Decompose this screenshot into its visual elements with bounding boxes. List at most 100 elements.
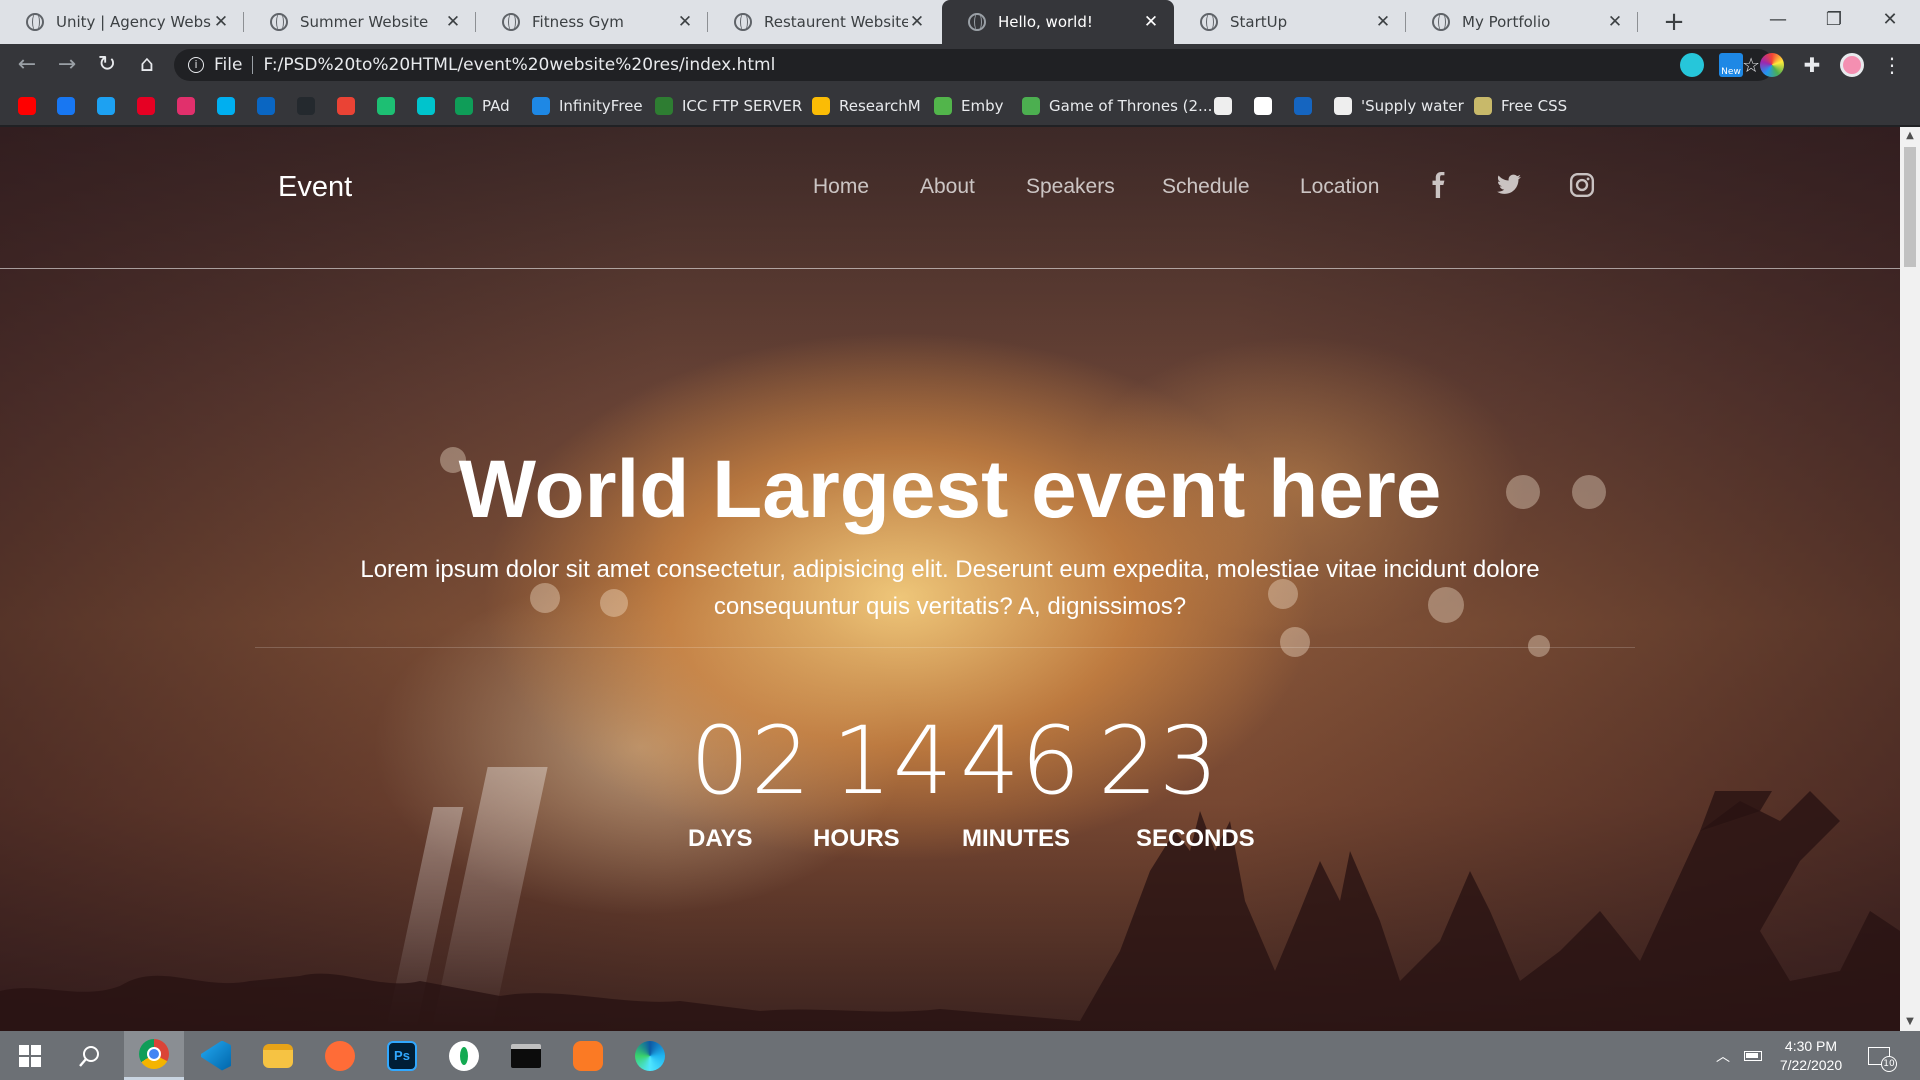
chevron-up-icon[interactable]: ︿ xyxy=(1716,1031,1730,1080)
bookmark-emby[interactable]: Emby xyxy=(934,96,1004,116)
xampp-icon[interactable] xyxy=(558,1031,618,1080)
mongodb-compass-icon[interactable] xyxy=(434,1031,494,1080)
window-close-button[interactable]: ✕ xyxy=(1862,0,1918,40)
profile-avatar[interactable] xyxy=(1840,53,1864,77)
bookmark-gmail[interactable] xyxy=(337,96,355,116)
page-scrollbar[interactable]: ▲ ▼ xyxy=(1900,127,1920,1031)
photoshop-icon[interactable]: Ps xyxy=(372,1031,432,1080)
chrome-icon[interactable] xyxy=(124,1031,184,1080)
bookmark-news[interactable] xyxy=(1214,96,1232,116)
nav-location[interactable]: Location xyxy=(1300,175,1379,199)
bookmark-skype[interactable] xyxy=(217,96,235,116)
close-icon[interactable]: ✕ xyxy=(212,12,230,32)
bookmark-infinity[interactable]: InfinityFree xyxy=(532,96,643,116)
extension-color-picker-icon[interactable] xyxy=(1760,53,1784,77)
bookmark-twitter[interactable] xyxy=(97,96,115,116)
bookmark-play-circle[interactable]: Game of Thrones (2... xyxy=(1022,96,1212,116)
vscode-icon[interactable] xyxy=(186,1031,246,1080)
new-tab-button[interactable]: + xyxy=(1656,4,1692,40)
info-icon[interactable]: i xyxy=(188,57,204,73)
countdown-hours: 14 xyxy=(832,707,954,816)
close-icon[interactable]: ✕ xyxy=(908,12,926,32)
bookmark-folder-image[interactable]: Free CSS xyxy=(1474,96,1567,116)
bookmark-google-drive[interactable]: PAd xyxy=(455,96,510,116)
extensions-puzzle-icon[interactable]: ✚ xyxy=(1800,53,1824,77)
tab-hello-world[interactable]: Hello, world! ✕ xyxy=(942,0,1174,44)
nav-speakers[interactable]: Speakers xyxy=(1026,175,1115,199)
twitter-icon[interactable] xyxy=(1496,172,1522,198)
close-icon[interactable]: ✕ xyxy=(1606,12,1624,32)
tab-fitness-gym[interactable]: Fitness Gym ✕ xyxy=(476,0,708,44)
menu-kebab-icon[interactable]: ⋮ xyxy=(1880,53,1904,77)
windows-start-icon[interactable] xyxy=(0,1031,60,1080)
bookmark-linkedin[interactable] xyxy=(257,96,275,116)
scroll-down-icon[interactable]: ▼ xyxy=(1900,1013,1920,1031)
edge-icon[interactable] xyxy=(620,1031,680,1080)
close-icon[interactable]: ✕ xyxy=(1374,12,1392,32)
bookmark-pinterest[interactable] xyxy=(137,96,155,116)
scrollbar-thumb[interactable] xyxy=(1904,147,1916,267)
tab-my-portfolio[interactable]: My Portfolio ✕ xyxy=(1406,0,1638,44)
bookmark-label: 'Supply water xyxy=(1361,97,1464,115)
tab-unity-agency[interactable]: Unity | Agency Website ✕ xyxy=(0,0,244,44)
system-clock[interactable]: 4:30 PM 7/22/2020 xyxy=(1768,1037,1854,1075)
researchm-icon xyxy=(812,97,830,115)
notifications-icon[interactable]: 10 xyxy=(1868,1031,1897,1080)
close-icon[interactable]: ✕ xyxy=(676,12,694,32)
minimize-button[interactable]: — xyxy=(1750,0,1806,40)
bookmark-label: InfinityFree xyxy=(559,97,643,115)
forward-button[interactable]: → xyxy=(50,48,84,82)
tab-title: My Portfolio xyxy=(1462,13,1551,31)
search-icon[interactable] xyxy=(60,1031,120,1080)
facebook-icon[interactable] xyxy=(1426,172,1452,198)
bookmark-researchm[interactable]: ResearchM xyxy=(812,96,921,116)
bookmark-facebook[interactable] xyxy=(57,96,75,116)
extension-m-icon[interactable] xyxy=(1680,53,1704,77)
url-text[interactable]: F:/PSD%20to%20HTML/event%20website%20res… xyxy=(263,55,775,75)
extension-new-icon[interactable]: New xyxy=(1719,53,1743,77)
restore-button[interactable]: ❐ xyxy=(1806,0,1862,40)
battery-icon[interactable] xyxy=(1744,1031,1762,1080)
hero-title: World Largest event here xyxy=(458,444,1442,535)
tab-restaurent-website[interactable]: Restaurent Website ✕ xyxy=(708,0,940,44)
postman-icon[interactable] xyxy=(310,1031,370,1080)
instagram-icon[interactable] xyxy=(1569,172,1595,198)
bookmark-loop[interactable] xyxy=(1294,96,1312,116)
tab-title: Summer Website xyxy=(300,13,429,31)
nav-home[interactable]: Home xyxy=(813,175,869,199)
close-icon[interactable]: ✕ xyxy=(444,12,462,32)
crowd-silhouette xyxy=(0,791,1900,1031)
bookmark-canva[interactable] xyxy=(417,96,435,116)
reload-button[interactable]: ↻ xyxy=(90,48,124,82)
bookmark-github[interactable] xyxy=(297,96,315,116)
bookmark-fiverr[interactable] xyxy=(377,96,395,116)
bookmark-star-icon[interactable]: ☆ xyxy=(1742,53,1760,77)
browser-toolbar: ← → ↻ ⌂ i File F:/PSD%20to%20HTML/event%… xyxy=(0,44,1920,86)
globe-icon xyxy=(26,13,44,31)
file-explorer-icon[interactable] xyxy=(248,1031,308,1080)
scroll-up-icon[interactable]: ▲ xyxy=(1900,127,1920,145)
bookmark-doc[interactable]: 'Supply water xyxy=(1334,96,1464,116)
leaf-icon xyxy=(655,97,673,115)
nav-about[interactable]: About xyxy=(920,175,975,199)
bookmark-label: Game of Thrones (2... xyxy=(1049,97,1213,115)
address-bar[interactable]: i File F:/PSD%20to%20HTML/event%20websit… xyxy=(174,49,1774,81)
bookmark-s-circle[interactable] xyxy=(1254,96,1272,116)
close-icon[interactable]: ✕ xyxy=(1142,12,1160,32)
terminal-icon[interactable] xyxy=(496,1031,556,1080)
bookmark-youtube[interactable] xyxy=(18,96,36,116)
nav-schedule[interactable]: Schedule xyxy=(1162,175,1250,199)
home-button[interactable]: ⌂ xyxy=(130,48,164,82)
site-logo[interactable]: Event xyxy=(278,171,352,204)
bookmark-instagram[interactable] xyxy=(177,96,195,116)
facebook-icon xyxy=(57,97,75,115)
stage-light xyxy=(1280,627,1310,657)
site-header: Event Home About Speakers Schedule Locat… xyxy=(0,127,1900,269)
tab-title: Restaurent Website xyxy=(764,13,908,31)
tab-strip: Unity | Agency Website ✕ Summer Website … xyxy=(0,0,1920,44)
tab-summer-website[interactable]: Summer Website ✕ xyxy=(244,0,476,44)
emby-icon xyxy=(934,97,952,115)
bookmark-leaf[interactable]: ICC FTP SERVER xyxy=(655,96,802,116)
tab-startup[interactable]: StartUp ✕ xyxy=(1174,0,1406,44)
back-button[interactable]: ← xyxy=(10,48,44,82)
